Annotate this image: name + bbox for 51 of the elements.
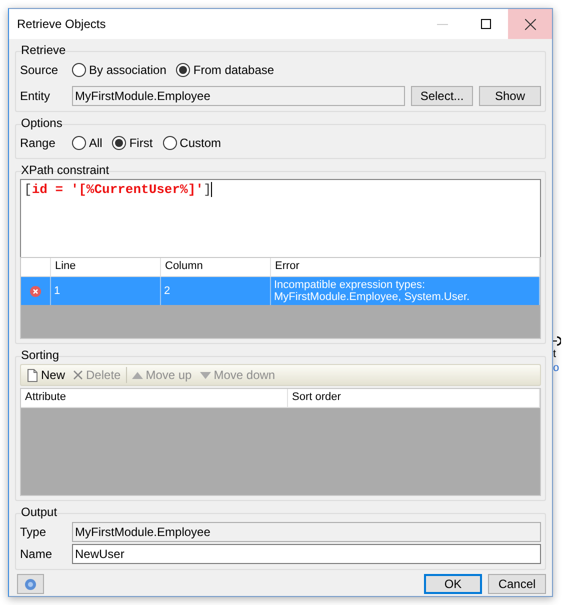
help-icon xyxy=(25,578,36,590)
radio-option[interactable]: From database xyxy=(176,63,274,77)
close-icon xyxy=(524,18,536,30)
radio-button[interactable] xyxy=(112,136,126,150)
group-title: Output xyxy=(20,504,58,520)
radio-option[interactable]: First xyxy=(112,136,153,150)
column-header[interactable]: Column xyxy=(161,258,271,277)
background-text: o xyxy=(553,362,560,374)
toolbar-button[interactable]: New xyxy=(24,368,68,382)
help-button[interactable] xyxy=(17,574,44,594)
ok-button[interactable]: OK xyxy=(424,574,482,594)
table-cell: 1 xyxy=(51,277,161,305)
field-label: Name xyxy=(20,547,54,561)
show-button[interactable]: Show xyxy=(479,86,541,106)
group-title: Options xyxy=(20,115,64,131)
column-header[interactable]: Error xyxy=(271,258,540,277)
radio-option[interactable]: All xyxy=(72,136,102,150)
field-label: Range xyxy=(20,136,56,150)
name-field[interactable]: NewUser xyxy=(72,544,541,564)
select-button[interactable]: Select... xyxy=(411,86,473,106)
field-label: Source xyxy=(20,63,60,77)
radio-button[interactable] xyxy=(72,63,86,77)
error-icon xyxy=(30,286,41,296)
radio-button[interactable] xyxy=(72,136,86,150)
group-title: XPath constraint xyxy=(20,162,110,178)
delete-icon xyxy=(73,370,84,380)
table-cell: Incompatible expression types: MyFirstModule.Employee, System.User. xyxy=(271,277,540,305)
up-triangle-icon xyxy=(132,372,143,378)
group-title: Sorting xyxy=(20,347,60,363)
group-title: Retrieve xyxy=(20,42,67,58)
column-header[interactable]: Line xyxy=(51,258,161,277)
table-cell: 2 xyxy=(161,277,271,305)
down-triangle-icon xyxy=(200,372,211,378)
background-text: t xyxy=(553,348,558,360)
entity-field[interactable]: MyFirstModule.Employee xyxy=(72,86,405,106)
maximize-icon xyxy=(481,19,491,29)
window-title: Retrieve Objects xyxy=(16,17,107,31)
radio-option[interactable]: By association xyxy=(72,63,166,77)
field-label: Entity xyxy=(20,89,52,103)
column-header[interactable]: Attribute xyxy=(21,389,288,408)
type-field[interactable]: MyFirstModule.Employee xyxy=(72,522,541,542)
connector-icon xyxy=(553,336,561,346)
radio-option[interactable]: Custom xyxy=(162,136,222,150)
radio-button[interactable] xyxy=(162,136,177,150)
field-label: Type xyxy=(20,525,48,539)
radio-button[interactable] xyxy=(176,63,190,77)
column-header[interactable]: Sort order xyxy=(288,389,540,408)
close-button[interactable] xyxy=(508,9,552,39)
xpath-editor[interactable]: [id = '[%CurrentUser%]'] xyxy=(20,179,541,257)
new-file-icon xyxy=(27,368,38,382)
cancel-button[interactable]: Cancel xyxy=(488,574,546,594)
